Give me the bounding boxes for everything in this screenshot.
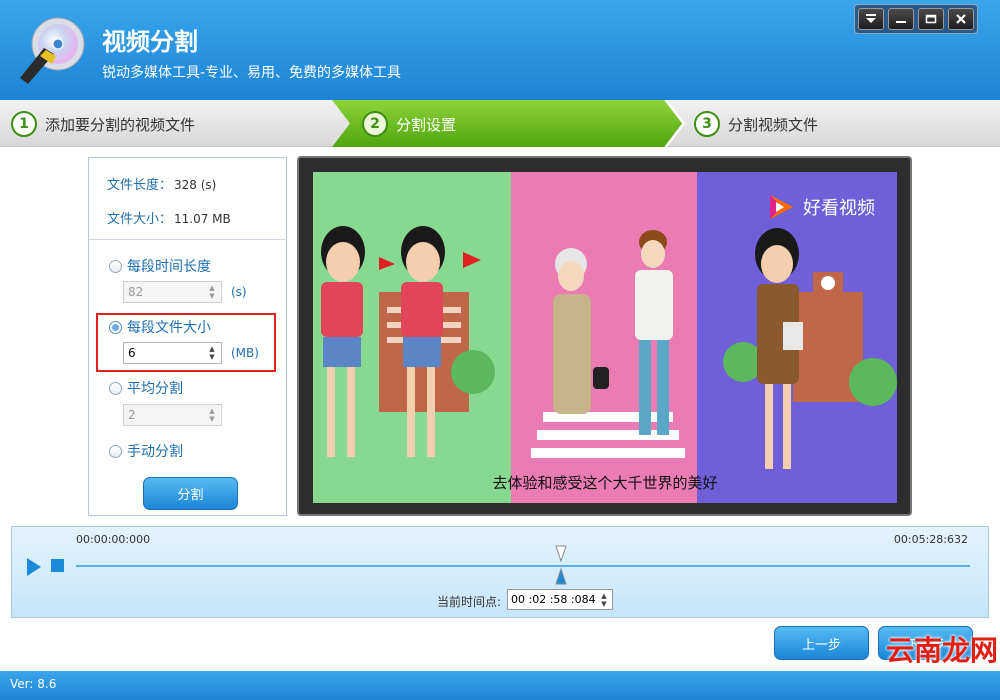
title-bar: 视频分割 锐动多媒体工具-专业、易用、免费的多媒体工具 (0, 0, 1000, 100)
maximize-icon[interactable] (918, 8, 944, 30)
video-subtitle: 去体验和感受这个大千世界的美好 (492, 474, 718, 492)
step-number: 3 (694, 111, 720, 137)
file-size-row: 文件大小： 11.07 MB (107, 208, 231, 227)
time-length-input[interactable] (124, 282, 204, 302)
haokan-logo-icon (770, 195, 793, 219)
timeline-start-time: 00:00:00:000 (76, 533, 151, 546)
video-watermark: 好看视频 (766, 192, 875, 222)
file-length-value: 328 (s) (174, 178, 217, 192)
average-input[interactable] (124, 405, 204, 425)
file-length-label: 文件长度： (107, 178, 173, 193)
stop-icon[interactable] (51, 559, 64, 572)
file-size-label: 文件大小： (107, 212, 173, 227)
minimize-icon[interactable] (888, 8, 914, 30)
radio-average[interactable] (109, 381, 122, 395)
step-label: 添加要分割的视频文件 (45, 115, 196, 134)
file-length-row: 文件长度： 328 (s) (107, 174, 216, 193)
radio-time-length[interactable] (109, 259, 122, 273)
status-bar: Ver: 8.6 云南龙网 (0, 634, 1000, 700)
site-watermark: 云南龙网 (885, 634, 998, 667)
step-separator (665, 100, 686, 147)
step-1[interactable]: 1 添加要分割的视频文件 (11, 111, 195, 137)
current-time-stepper[interactable]: ▲▼ (507, 589, 613, 610)
split-button[interactable]: 分割 (143, 477, 238, 510)
stepper-arrows[interactable]: ▲ ▼ (596, 590, 612, 610)
close-icon[interactable] (948, 8, 974, 30)
divider (89, 239, 286, 240)
app-logo-icon (20, 17, 85, 84)
step-label: 分割设置 (396, 115, 457, 134)
step-label: 分割视频文件 (728, 115, 819, 134)
timeline-panel: 00:00:00:000 00:05:28:632 当前时间点: ▲▼ (11, 526, 989, 618)
stepper-arrows[interactable]: ▲ ▼ (204, 282, 220, 302)
app-window: 视频分割 锐动多媒体工具-专业、易用、免费的多媒体工具 1 添加要分割的视频文件 (0, 0, 1000, 700)
option-average[interactable]: 平均分割 (109, 378, 183, 398)
timeline-end-time: 00:05:28:632 (893, 533, 968, 546)
option-manual-label: 手动分割 (127, 444, 183, 460)
current-time-label: 当前时间点: (437, 595, 502, 609)
time-unit: (s) (231, 285, 247, 299)
time-length-stepper[interactable]: ▲▼ (123, 281, 222, 303)
annotation-highlight-box (96, 313, 276, 372)
file-size-value: 11.07 MB (174, 212, 231, 226)
average-stepper[interactable]: ▲▼ (123, 404, 222, 426)
option-average-label: 平均分割 (127, 381, 183, 397)
watermark-text: 好看视频 (803, 198, 875, 219)
steps-bar: 1 添加要分割的视频文件 2 分割设置 3 分割视频文件 (0, 100, 1000, 147)
menu-icon[interactable] (858, 8, 884, 30)
radio-manual[interactable] (109, 444, 122, 458)
video-frame: 好看视频 去体验和感受这个大千世界的美好 (313, 172, 897, 503)
option-time-length-label: 每段时间长度 (127, 259, 211, 275)
step-number: 2 (362, 111, 388, 137)
app-title: 视频分割 (102, 28, 198, 56)
step-number: 1 (11, 111, 37, 137)
current-time-input[interactable] (508, 593, 596, 606)
timeline-track[interactable] (76, 565, 970, 567)
version-label: Ver: 8.6 (10, 677, 57, 691)
stepper-arrows[interactable]: ▲ ▼ (204, 405, 220, 425)
step-3[interactable]: 3 分割视频文件 (694, 111, 818, 137)
video-preview: 好看视频 去体验和感受这个大千世界的美好 (297, 156, 912, 516)
play-icon[interactable] (26, 557, 42, 577)
app-subtitle: 锐动多媒体工具-专业、易用、免费的多媒体工具 (102, 65, 402, 81)
option-manual[interactable]: 手动分割 (109, 441, 183, 461)
window-controls (854, 4, 978, 34)
option-time-length[interactable]: 每段时间长度 (109, 256, 211, 276)
step-2[interactable]: 2 分割设置 (362, 111, 456, 137)
timeline-playhead[interactable] (555, 545, 568, 585)
prev-step-button[interactable]: 上一步 (774, 626, 869, 660)
